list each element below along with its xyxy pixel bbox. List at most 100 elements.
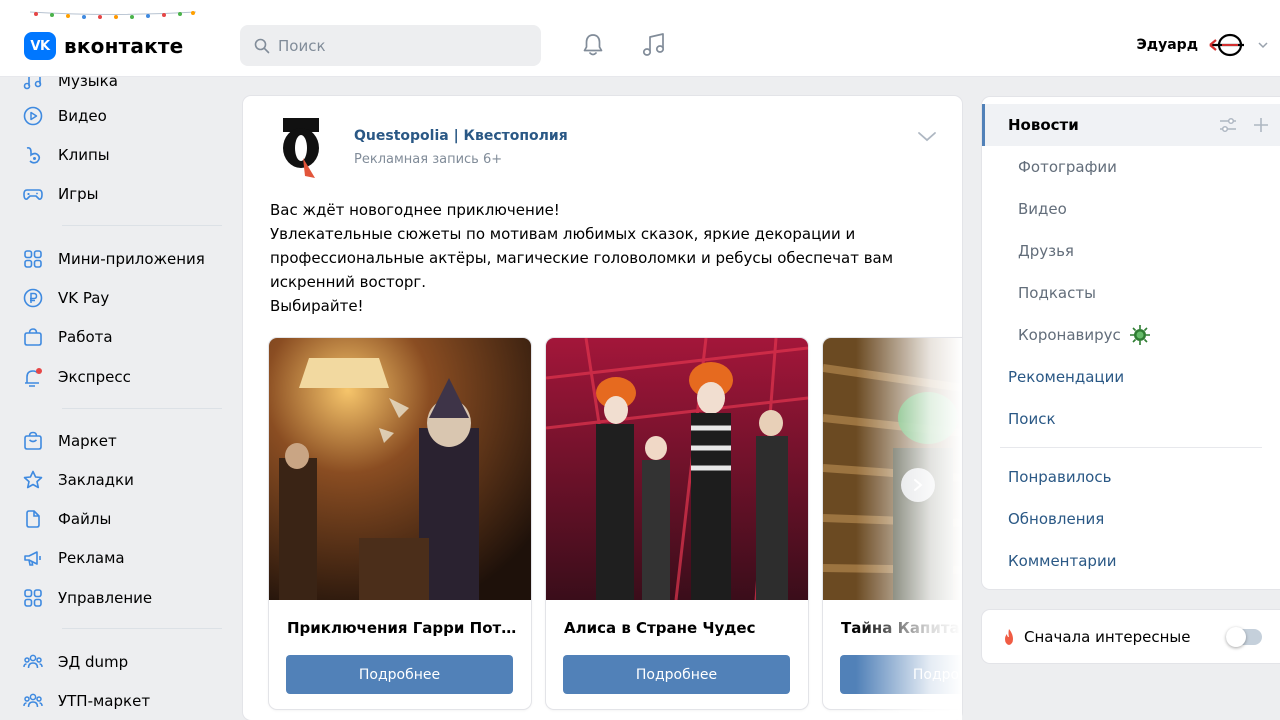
sidebar-item-work[interactable]: Работа [22,321,227,353]
briefcase-icon [22,326,44,348]
top-header: VK вконтакте Эдуард [0,0,1280,77]
sidebar-item-market[interactable]: Маркет [22,425,227,457]
sidebar-item-label: Видео [58,107,107,125]
search-box[interactable] [240,25,541,66]
filter-friends[interactable]: Друзья [982,230,1280,272]
filter-recommendations[interactable]: Рекомендации [982,356,1280,398]
carousel-card[interactable]: Приключения Гарри Поттера Подробнее [269,338,531,709]
music-player-button[interactable] [640,30,668,60]
sidebar-item-label: Игры [58,185,99,203]
chevron-right-icon [914,479,923,491]
carousel-card[interactable]: Тайна Капитана Подробнее [823,338,962,709]
notifications-button[interactable] [579,30,607,60]
post-author-link[interactable]: Questopolia | Квестополия [354,128,568,144]
filter-divider [1000,447,1262,448]
sidebar-item-label: УТП-маркет [58,692,151,710]
filter-search[interactable]: Поиск [982,398,1280,440]
card-details-button[interactable]: Подробнее [286,655,513,694]
sidebar-item-label: Работа [58,328,113,346]
card-details-button[interactable]: Подробнее [840,655,962,694]
market-icon [22,430,44,452]
clips-icon [22,144,44,166]
plus-icon[interactable] [1252,116,1270,134]
card-title: Алиса в Стране Чудес [564,619,756,637]
news-filters-panel: Новости Фотографии Видео Друзья Подкасты… [982,97,1280,589]
virus-icon [1129,325,1150,345]
vkpay-icon [22,287,44,309]
sidebar-item-video[interactable]: Видео [22,100,227,132]
sidebar-item-mini-apps[interactable]: Мини-приложения [22,243,227,275]
filter-video[interactable]: Видео [982,188,1280,230]
ad-carousel: Приключения Гарри Поттера Подробнее Алис… [269,338,962,712]
filter-label: Фотографии [1018,158,1117,176]
sidebar-item-label: Экспресс [58,368,131,386]
filter-label: Рекомендации [1008,368,1125,386]
card-image [546,338,808,600]
filter-updates[interactable]: Обновления [982,498,1280,540]
card-title: Тайна Капитана [841,619,962,637]
sidebar-item-label: Музыка [58,77,118,90]
filter-label: Коронавирус [1018,326,1121,344]
vk-logo-icon: VK [24,32,56,60]
apps-icon [22,248,44,270]
express-icon [22,366,44,388]
sidebar-item-label: VK Pay [58,289,110,307]
carousel-next-button[interactable] [901,468,935,502]
sidebar-item-clips[interactable]: Клипы [22,139,227,171]
sidebar-item-label: ЭД dump [58,653,129,671]
vk-logo-text: вконтакте [64,34,184,58]
chevron-down-icon [918,132,936,142]
post-text-line: Увлекательные сюжеты по мотивам любимых … [270,225,894,291]
user-menu[interactable]: Эдуард [1137,28,1268,62]
sidebar-divider [62,628,222,629]
post-author-avatar[interactable] [275,116,335,180]
filter-label: Поиск [1008,410,1056,428]
filter-label: Друзья [1018,242,1074,260]
sidebar-item-label: Мини-приложения [58,250,205,268]
garland-decoration [30,11,196,19]
search-input[interactable] [278,36,518,55]
filter-coronavirus[interactable]: Коронавирус [982,314,1280,356]
sidebar-item-vkpay[interactable]: VK Pay [22,282,227,314]
avatar [1208,30,1248,60]
post-ad-label: Рекламная запись 6+ [354,152,503,167]
carousel-card[interactable]: Алиса в Стране Чудес Подробнее [546,338,808,709]
sidebar-item-music[interactable]: Музыка [22,77,227,97]
gamepad-icon [22,183,44,205]
filter-label: Понравилось [1008,468,1112,486]
settings-sliders-icon[interactable] [1218,117,1238,133]
sidebar-item-express[interactable]: Экспресс [22,361,227,393]
music-note-icon [642,33,665,56]
chevron-down-icon [1258,42,1268,49]
sidebar-item-label: Управление [58,589,153,607]
card-details-button[interactable]: Подробнее [563,655,790,694]
filter-label: Обновления [1008,510,1105,528]
sidebar-item-group-ed-dump[interactable]: ЭД dump [22,646,227,678]
post-menu-button[interactable] [915,128,939,146]
feed-post: Questopolia | Квестополия Рекламная запи… [243,96,962,720]
sidebar-item-management[interactable]: Управление [22,582,227,614]
group-icon [22,651,44,673]
sidebar-item-games[interactable]: Игры [22,178,227,210]
filter-tools [1218,104,1270,146]
filter-podcasts[interactable]: Подкасты [982,272,1280,314]
user-name: Эдуард [1136,37,1198,53]
filter-liked[interactable]: Понравилось [982,456,1280,498]
sidebar-item-bookmarks[interactable]: Закладки [22,464,227,496]
filter-news[interactable]: Новости [982,104,1280,146]
sidebar-item-label: Клипы [58,146,110,164]
sort-label: Сначала интересные [1024,627,1191,646]
sidebar-item-group-utp-market[interactable]: УТП-маркет [22,685,227,717]
sidebar-item-ads[interactable]: Реклама [22,542,227,574]
sort-toggle[interactable] [1226,627,1262,647]
filter-comments[interactable]: Комментарии [982,540,1280,582]
vk-logo[interactable]: VK вконтакте [24,32,183,60]
filter-photos[interactable]: Фотографии [982,146,1280,188]
filter-label: Подкасты [1018,284,1096,302]
left-sidebar: Музыка Видео Клипы Игры Мини-приложения … [0,77,232,720]
post-text: Вас ждёт новогоднее приключение! Увлекат… [270,198,930,318]
sidebar-item-files[interactable]: Файлы [22,503,227,535]
group-icon [22,690,44,712]
sidebar-item-label: Файлы [58,510,112,528]
sidebar-divider [62,225,222,226]
